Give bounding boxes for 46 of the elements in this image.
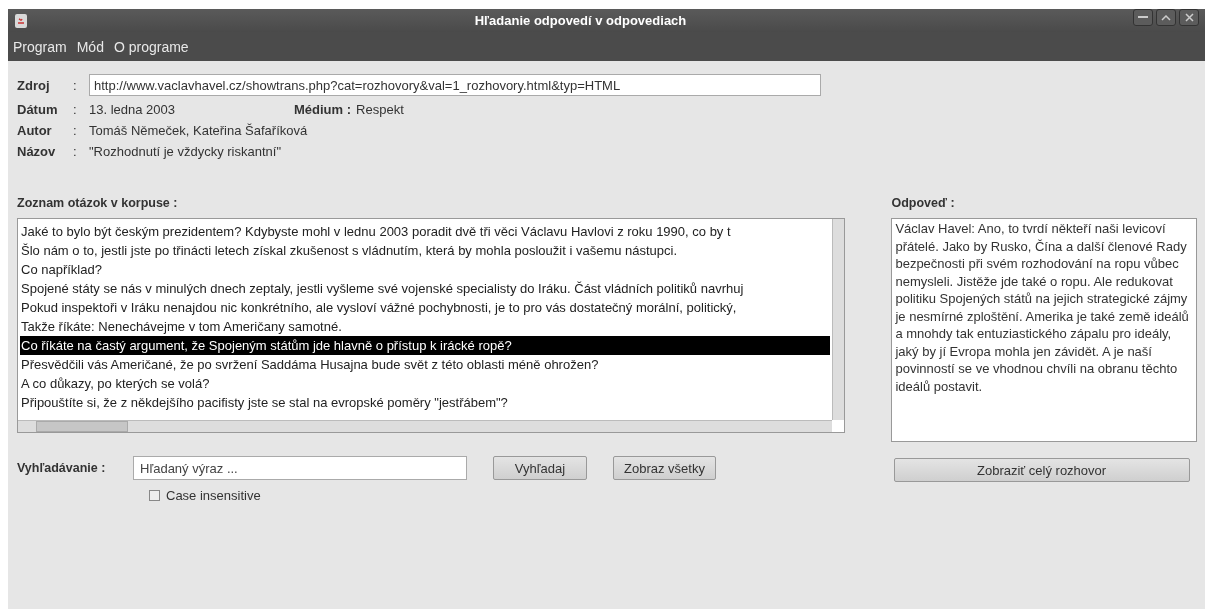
caret-icon	[1161, 14, 1171, 21]
horizontal-scrollbar[interactable]	[18, 420, 833, 432]
field-label: Názov	[17, 144, 57, 159]
search-label: Vyhľadávanie :	[17, 461, 107, 475]
field-value: Respekt	[356, 102, 404, 117]
field-value: 13. ledna 2003	[89, 102, 177, 117]
menu-item[interactable]: Program	[12, 36, 68, 57]
question-item[interactable]: Spojené státy se nás v minulých dnech zeptaly, jestli vyšleme své vojenské specialisty do Iráku. Část vládních politiků navrhuj	[20, 279, 831, 298]
search-button[interactable]: Vyhľadaj	[493, 456, 587, 480]
question-item[interactable]: Přesvědčili vás Američané, že po svržení Saddáma Husajna bude svět z této oblasti méně ohrožen?	[20, 355, 831, 374]
field-label: Autor	[17, 123, 53, 138]
maximize-button[interactable]	[1156, 9, 1176, 26]
question-item[interactable]: A co důkazy, po kterých se volá?	[20, 374, 831, 393]
colon: :	[73, 144, 78, 159]
case-checkbox[interactable]: Case insensitive	[149, 488, 840, 503]
answer-text: Václav Havel: Ano, to tvrdí někteří naši levicoví přátelé. Jako by Rusko, Čína a další členové Rady bezpečnosti při svém rozhodování na ropu vůbec nemysleli. Jistěže jde také o ropu. Ale redukovat politiku Spojených států na jejich strategické zájmy je nesmírné zploštění. Amerika je také země ideálů a mnohdy tak entuziastického zápalu pro ideály, jaký by jí Evropa mohla jen závidět. A je naší povinností se ve vhodnou chvíli na obranu těchto ideálů postavit.	[891, 218, 1197, 442]
window-title: Hľadanie odpovedí v odpovediach	[473, 13, 688, 28]
colon: :	[73, 102, 78, 117]
question-item[interactable]: Co například?	[20, 260, 831, 279]
field-value: Tomáš Němeček, Kateřina Šafaříková	[89, 123, 308, 138]
question-item[interactable]: Co říkáte na častý argument, že Spojeným státům jde hlavně o přístup k irácké ropě?	[20, 336, 831, 355]
colon: :	[73, 123, 78, 138]
question-item[interactable]: Pokud inspektoři v Iráku nenajdou nic konkrétního, ale vysloví vážné pochybnosti, je to pro vás dostatečný morální, politický,	[20, 298, 831, 317]
section-title: Zoznam otázok v korpuse :	[17, 196, 179, 212]
search-field[interactable]: Hľadaný výraz ...	[133, 456, 467, 480]
field-label: Dátum	[17, 102, 59, 117]
question-item[interactable]: Připouštíte si, že z někdejšího pacifisty jste se stal na evropské poměry "jestřábem"?	[20, 393, 831, 412]
show-interview-button[interactable]: Zobraziť celý rozhovor	[893, 458, 1190, 482]
menu-item[interactable]: Mód	[75, 36, 105, 57]
minimize-icon	[1138, 16, 1148, 19]
vertical-scrollbar[interactable]	[832, 219, 845, 420]
source-field[interactable]: http://www.vaclavhavel.cz/showtrans.php?cat=rozhovory&val=1_rozhovory.html&typ=HTML	[89, 74, 821, 96]
field-value: "Rozhodnutí je vždycky riskantní"	[89, 144, 282, 159]
field-label: Zdroj	[17, 77, 51, 93]
search-button[interactable]: Zobraz všetky	[613, 456, 716, 480]
close-icon	[1184, 13, 1194, 22]
section-title: Odpoveď :	[891, 196, 956, 212]
colon: :	[73, 77, 78, 93]
question-item[interactable]: Takže říkáte: Nenechávejme v tom Američany samotné.	[20, 317, 831, 336]
menu-item[interactable]: O programe	[112, 36, 190, 57]
question-item[interactable]: Jaké to bylo být českým prezidentem? Kdybyste mohl v lednu 2003 poradit dvě tři věci Václavu Havlovi z roku 1990, co by t	[20, 222, 831, 241]
app-icon	[14, 12, 28, 29]
field-label: Médium :	[294, 102, 352, 117]
close-button[interactable]	[1179, 9, 1199, 26]
question-item[interactable]: Šlo nám o to, jestli jste po třinácti letech získal zkušenost s vládnutím, která by mohla posloužit i vašemu nástupci.	[20, 241, 831, 260]
minimize-button[interactable]	[1133, 9, 1153, 26]
